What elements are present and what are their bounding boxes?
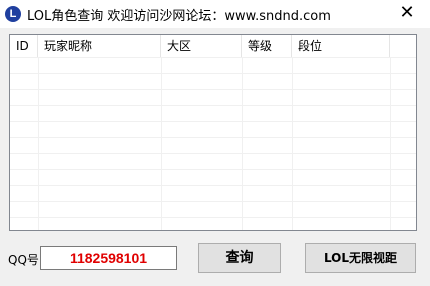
grid-line	[10, 201, 416, 202]
role-list-view[interactable]: ID 玩家昵称 大区 等级 段位	[9, 34, 417, 231]
grid-line	[10, 137, 416, 138]
lol-unlimited-view-button[interactable]: LOL无限视距	[305, 243, 416, 273]
column-header-filler	[390, 35, 416, 57]
grid-line	[292, 57, 293, 230]
grid-line	[161, 57, 162, 230]
app-logo-icon: L	[5, 6, 21, 22]
app-window: L LOL角色查询 欢迎访问沙网论坛：www.sndnd.com ✕ ID 玩家…	[0, 0, 430, 286]
column-header-nickname[interactable]: 玩家昵称	[38, 35, 161, 57]
query-button[interactable]: 查询	[198, 243, 281, 273]
grid-line	[10, 89, 416, 90]
list-header: ID 玩家昵称 大区 等级 段位	[10, 35, 416, 57]
grid-line	[10, 153, 416, 154]
close-button[interactable]: ✕	[384, 0, 430, 28]
grid-line	[10, 57, 416, 58]
qq-number-input[interactable]	[40, 246, 177, 270]
qq-label: QQ号:	[8, 253, 43, 267]
grid-line	[10, 105, 416, 106]
title-bar: L LOL角色查询 欢迎访问沙网论坛：www.sndnd.com ✕	[0, 0, 430, 28]
grid-line	[10, 73, 416, 74]
grid-line	[38, 57, 39, 230]
column-header-id[interactable]: ID	[10, 35, 38, 57]
grid-line	[10, 169, 416, 170]
list-body	[10, 57, 416, 230]
grid-line	[10, 217, 416, 218]
column-header-region[interactable]: 大区	[161, 35, 242, 57]
window-title: LOL角色查询 欢迎访问沙网论坛：www.sndnd.com	[27, 9, 331, 24]
grid-line	[10, 185, 416, 186]
column-header-level[interactable]: 等级	[242, 35, 292, 57]
grid-line	[390, 57, 391, 230]
grid-line	[242, 57, 243, 230]
grid-line	[10, 121, 416, 122]
column-header-rank[interactable]: 段位	[292, 35, 390, 57]
